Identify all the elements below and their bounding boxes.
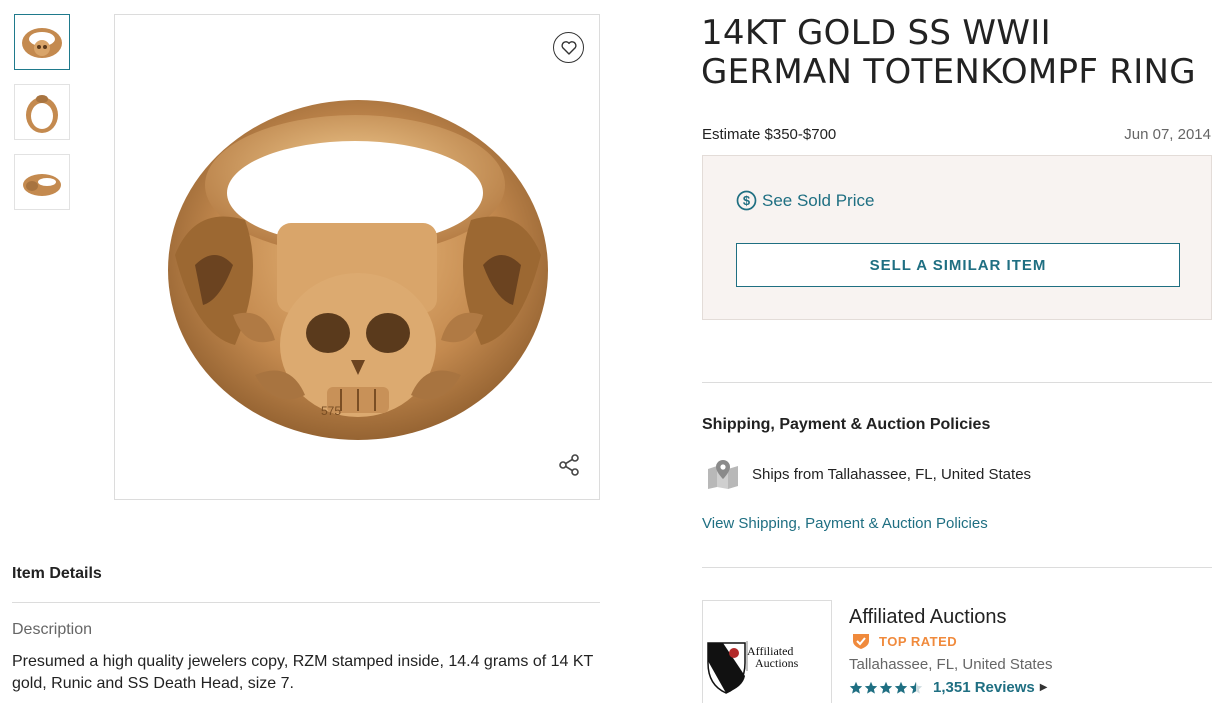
ring-stamp-mark: 575 [321,404,341,418]
sold-price-panel: $ See Sold Price SELL A SIMILAR ITEM [702,155,1212,320]
item-details-heading: Item Details [12,565,102,582]
map-pin-icon [708,460,738,489]
star-rating [849,681,923,695]
divider [702,567,1212,568]
main-product-image[interactable]: 575 [114,14,600,500]
estimate-text: Estimate $350-$700 [702,126,837,143]
affiliated-auctions-logo: Affiliated Auctions [707,641,799,694]
reviews-count: 1,351 Reviews [933,679,1035,696]
top-rated-icon [853,634,869,649]
divider [702,382,1212,383]
view-policies-link[interactable]: View Shipping, Payment & Auction Policie… [702,515,988,532]
svg-text:$: $ [743,193,751,208]
ring-side-thumbnail[interactable] [14,154,70,210]
star-icon [864,681,878,694]
share-button[interactable] [555,451,583,479]
ring-thumbnail-image [26,95,58,133]
sell-similar-item-button[interactable]: SELL A SIMILAR ITEM [736,243,1180,287]
top-rated-label: TOP RATED [879,633,958,649]
auction-house-logo[interactable]: Affiliated Auctions [702,600,832,703]
ring-thumbnail-image [22,28,62,58]
divider [12,602,600,603]
auction-house-location: Tallahassee, FL, United States [849,656,1053,673]
ring-inside-thumbnail[interactable] [14,84,70,140]
thumbnail-list [14,14,70,224]
lot-title: 14KT GOLD SS WWII GERMAN TOTENKOMPF RING [701,13,1196,92]
description-text: Presumed a high quality jewelers copy, R… [12,653,594,692]
shipping-heading: Shipping, Payment & Auction Policies [702,416,991,433]
description-label: Description [12,621,93,638]
ships-from-text: Ships from Tallahassee, FL, United State… [752,465,1032,483]
see-sold-price-label: See Sold Price [762,190,875,210]
gold-skull-ring-photo: 575 [115,15,599,499]
logo-text-line2: Auctions [755,656,799,670]
top-rated-badge: TOP RATED [851,632,957,650]
ring-front-thumbnail[interactable] [14,14,70,70]
see-sold-price-link[interactable]: $ See Sold Price [736,190,874,211]
star-icon [894,681,908,694]
caret-right-icon: ▶ [1039,682,1048,693]
auction-house-name[interactable]: Affiliated Auctions [849,606,1007,629]
auction-date: Jun 07, 2014 [1124,126,1211,143]
heart-icon [560,41,577,55]
star-icon [879,681,893,694]
reviews-link[interactable]: 1,351 Reviews ▶ [849,679,1047,696]
ring-thumbnail-image [23,174,61,196]
ships-from-row: Ships from Tallahassee, FL, United State… [706,459,1031,489]
share-icon [559,454,579,476]
star-icon [909,681,923,694]
dollar-circle-icon: $ [736,190,757,211]
star-icon [849,681,863,694]
favorite-button[interactable] [553,32,584,63]
